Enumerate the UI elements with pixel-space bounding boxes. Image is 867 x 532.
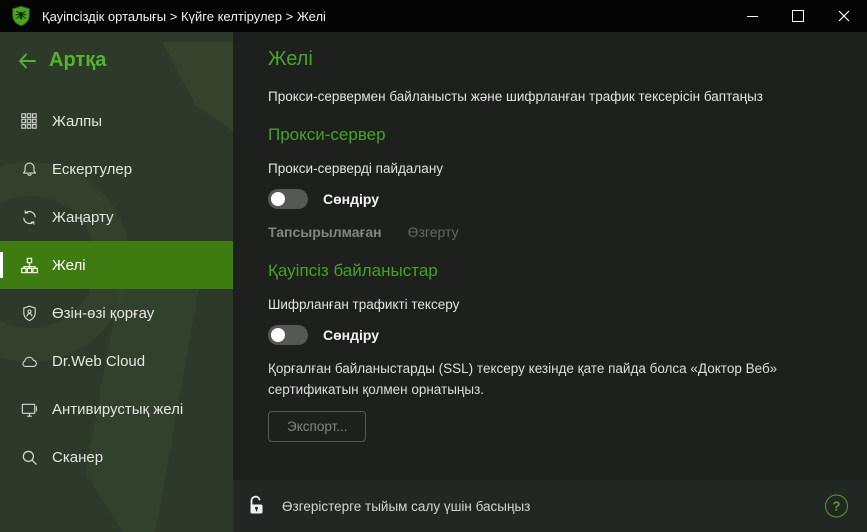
proxy-toggle-caption: Прокси-серверді пайдалану: [268, 161, 827, 176]
ssl-toggle[interactable]: [268, 325, 308, 345]
bell-icon: [19, 159, 39, 179]
sidebar-item-scanner[interactable]: Сканер: [0, 433, 233, 481]
arrow-left-icon: [18, 53, 36, 69]
breadcrumb: Қауіпсіздік орталығы > Күйге келтірулер …: [42, 9, 326, 24]
help-icon[interactable]: ?: [825, 495, 848, 518]
lock-changes-control[interactable]: Өзгерістерге тыйым салу үшін басыңыз: [246, 494, 530, 518]
close-icon[interactable]: [821, 0, 867, 32]
sidebar-item-network[interactable]: Желі: [0, 241, 233, 289]
sidebar-item-self-protection[interactable]: Өзін-өзі қорғау: [0, 289, 233, 337]
footer-bar: Өзгерістерге тыйым салу үшін басыңыз ?: [233, 480, 867, 532]
sidebar-item-antivirus-network[interactable]: Антивирустық желі: [0, 385, 233, 433]
page-description: Прокси-сервермен байланысты және шифрлан…: [268, 89, 827, 104]
minimize-icon[interactable]: [729, 0, 775, 32]
maximize-icon[interactable]: [775, 0, 821, 32]
network-icon: [19, 255, 39, 275]
proxy-toggle[interactable]: [268, 189, 308, 209]
proxy-toggle-row: Сөндіру: [268, 189, 827, 209]
shield-person-icon: [19, 303, 39, 323]
drweb-shield-spider-icon: [10, 5, 32, 27]
refresh-icon: [19, 207, 39, 227]
ssl-toggle-row: Сөндіру: [268, 325, 827, 345]
grid-icon: [19, 111, 39, 131]
window-controls: [729, 0, 867, 32]
ssl-toggle-caption: Шифрланған трафикті тексеру: [268, 297, 827, 312]
sidebar-item-label: Dr.Web Cloud: [52, 353, 145, 370]
sidebar-menu: Жалпы Ескертулер Жаңарту: [0, 97, 233, 481]
lock-hint-text: Өзгерістерге тыйым салу үшін басыңыз: [282, 499, 530, 514]
toggle-knob: [271, 328, 285, 342]
export-button[interactable]: Экспорт...: [268, 411, 366, 442]
proxy-section-heading: Прокси-сервер: [268, 125, 827, 145]
back-button[interactable]: Артқа: [0, 32, 233, 72]
page-title: Желі: [268, 46, 827, 72]
proxy-toggle-state-label: Сөндіру: [323, 191, 379, 207]
proxy-change-link[interactable]: Өзгерту: [408, 224, 459, 240]
sidebar-item-general[interactable]: Жалпы: [0, 97, 233, 145]
certificate-note: Қорғалған байланыстарды (SSL) тексеру ке…: [268, 358, 827, 400]
proxy-value-row: Тапсырылмаған Өзгерту: [268, 224, 827, 240]
sidebar-item-label: Жалпы: [52, 113, 102, 130]
sidebar-item-label: Жаңарту: [52, 209, 114, 226]
sidebar-item-label: Сканер: [52, 449, 103, 466]
search-icon: [19, 447, 39, 467]
proxy-current-value: Тапсырылмаған: [268, 224, 382, 240]
unlock-icon: [246, 494, 269, 518]
sidebar-item-label: Өзін-өзі қорғау: [52, 305, 154, 322]
sidebar-item-label: Ескертулер: [52, 161, 132, 178]
sidebar-item-drweb-cloud[interactable]: Dr.Web Cloud: [0, 337, 233, 385]
sidebar-item-label: Антивирустық желі: [52, 401, 183, 418]
ssl-toggle-state-label: Сөндіру: [323, 327, 379, 343]
toggle-knob: [271, 192, 285, 206]
sidebar-item-update[interactable]: Жаңарту: [0, 193, 233, 241]
settings-sidebar: Артқа Жалпы Ескертулер: [0, 32, 233, 532]
monitor-icon: [19, 399, 39, 419]
title-bar: Қауіпсіздік орталығы > Күйге келтірулер …: [0, 0, 867, 32]
network-settings-panel: Желі Прокси-сервермен байланысты және ши…: [233, 32, 867, 480]
secure-connections-heading: Қауіпсіз байланыстар: [268, 261, 827, 281]
sidebar-item-notifications[interactable]: Ескертулер: [0, 145, 233, 193]
cloud-icon: [19, 351, 39, 371]
back-label: Артқа: [49, 49, 106, 72]
sidebar-item-label: Желі: [52, 257, 86, 274]
